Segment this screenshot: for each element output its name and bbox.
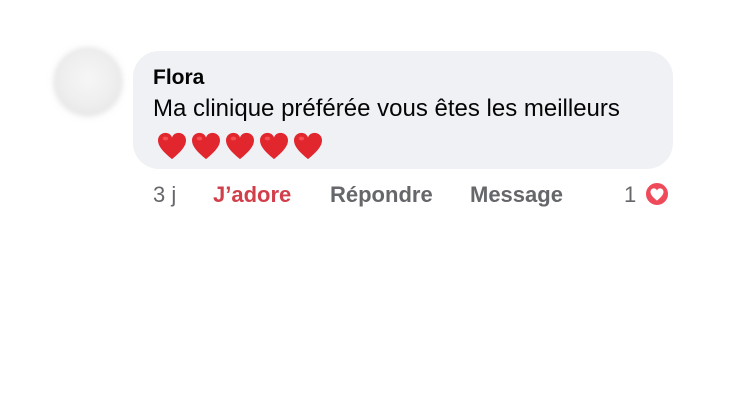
comment-text-container: Ma clinique préférée vous êtes les meill… <box>153 93 633 161</box>
heart-icon <box>294 132 322 159</box>
love-reaction-icon <box>644 181 671 207</box>
heart-emojis <box>157 129 327 161</box>
avatar[interactable] <box>56 50 120 114</box>
heart-icon <box>192 132 220 159</box>
message-button[interactable]: Message <box>470 181 563 209</box>
comment-bubble: Flora Ma clinique préférée vous êtes les… <box>133 51 673 169</box>
heart-icon <box>260 132 288 159</box>
reaction-summary[interactable]: 1 <box>624 181 671 209</box>
comment-author[interactable]: Flora <box>153 65 653 91</box>
reaction-count: 1 <box>624 182 637 207</box>
comment-timestamp[interactable]: 3 j <box>153 181 176 209</box>
like-button[interactable]: J’adore <box>213 181 291 209</box>
heart-icon <box>158 132 186 159</box>
heart-icon <box>226 132 254 159</box>
reply-button[interactable]: Répondre <box>330 181 433 209</box>
comment-text: Ma clinique préférée vous êtes les meill… <box>153 95 620 122</box>
